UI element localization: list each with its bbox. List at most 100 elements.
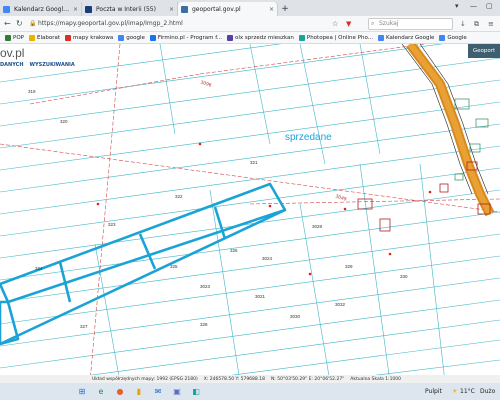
bookmark-olx[interactable]: olx sprzedz mieszkan <box>226 34 294 41</box>
close-icon[interactable]: × <box>169 6 174 13</box>
coordinate-system: Układ współrzędnych mapy: 1992 (EPSG 218… <box>92 376 198 382</box>
minimize-button[interactable]: — <box>470 2 477 10</box>
bookmark-icon <box>5 34 11 41</box>
map-status-bar: Układ współrzędnych mapy: 1992 (EPSG 218… <box>0 375 500 383</box>
parcel-number: 3023 <box>200 284 211 289</box>
tab-label: geoportal.gov.pl <box>192 5 241 13</box>
geoportal-icon <box>181 6 188 13</box>
navigation-bar: ← ↻ 🔒 https://mapy.geoportal.gov.pl/imap… <box>0 16 500 32</box>
tab-dane[interactable]: DANYCH <box>0 62 24 68</box>
tab-list-icon[interactable]: ▾ <box>455 2 459 10</box>
start-icon[interactable]: ⊞ <box>75 385 89 399</box>
tab-geoportal[interactable]: geoportal.gov.pl × <box>178 2 278 16</box>
sold-annotation: sprzedane <box>285 132 332 143</box>
downloads-icon[interactable]: ↓ <box>460 19 466 29</box>
bookmark-label: Kalendarz Google <box>385 34 435 41</box>
geo-coordinates: N: 50°03'50.29" E: 20°06'52.27" <box>270 376 345 382</box>
bookmark-mapy-krakowa[interactable]: mapy krakowa <box>65 34 114 41</box>
search-input[interactable]: ⌕ Szukaj <box>368 18 453 30</box>
google-icon <box>439 34 446 41</box>
tab-interia-mail[interactable]: Poczta w Interii (55) × <box>82 2 178 16</box>
bookmark-label: mapy krakowa <box>73 34 114 41</box>
bookmark-google-2[interactable]: Google <box>439 34 467 41</box>
address-bar[interactable]: 🔒 https://mapy.geoportal.gov.pl/imap/Img… <box>28 18 328 30</box>
parcel-number: 328 <box>200 322 208 327</box>
bookmark-pop[interactable]: POP <box>5 34 24 41</box>
parcel-number: 324 <box>35 266 43 271</box>
extensions-icon[interactable]: ⧉ <box>474 19 479 29</box>
bookmark-icon <box>226 34 233 41</box>
calendar-icon <box>3 6 10 13</box>
bookmark-icon <box>298 34 305 41</box>
parcel-number: 3024 <box>262 256 273 261</box>
pocket-icon[interactable]: ▼ <box>346 19 351 29</box>
close-icon[interactable]: × <box>73 6 78 13</box>
parcel-map-graphic <box>0 44 500 382</box>
tab-label: Kalendarz Google - Tydzień, w <box>14 5 71 13</box>
parcel-number: 325 <box>170 264 178 269</box>
lock-icon: 🔒 <box>29 20 37 27</box>
mail-app-icon[interactable]: ✉ <box>151 385 165 399</box>
bookmark-firmino[interactable]: Firmino.pl - Program f... <box>149 34 222 41</box>
weather-text[interactable]: Dużo <box>480 388 495 395</box>
bookmark-photopea[interactable]: Photopea | Online Pho... <box>298 34 373 41</box>
search-placeholder: Szukaj <box>379 20 399 27</box>
geoportal-corner-label[interactable]: Geoport <box>468 44 500 58</box>
maximize-button[interactable]: ▢ <box>486 2 493 10</box>
close-icon[interactable]: × <box>269 6 274 13</box>
screen: Kalendarz Google - Tydzień, w × Poczta w… <box>0 0 500 400</box>
parcel-number: 323 <box>108 222 116 227</box>
bookmark-label: olx sprzedz mieszkan <box>234 34 294 41</box>
google-icon <box>118 34 125 41</box>
parcel-number: 326 <box>230 248 238 253</box>
url-text: https://mapy.geoportal.gov.pl/imap/Imgp_… <box>38 20 183 27</box>
taskbar: ⊞ e ● ▮ ✉ ▣ ◧ Pulpit ☀ 11°C Dużo <box>0 383 500 400</box>
parcel-number: 3028 <box>312 224 323 229</box>
parcel-number: 3030 <box>290 314 301 319</box>
bookmark-google[interactable]: google <box>118 34 145 41</box>
bookmark-label: Elaborat <box>36 34 60 41</box>
parcel-number: 3032 <box>335 302 346 307</box>
star-icon[interactable]: ☆ <box>332 19 338 29</box>
new-tab-button[interactable]: + <box>278 2 292 16</box>
bookmark-label: google <box>126 34 145 41</box>
reload-icon[interactable]: ↻ <box>16 19 23 29</box>
back-icon[interactable]: ← <box>4 19 11 29</box>
photos-icon[interactable]: ◧ <box>189 385 203 399</box>
map-canvas[interactable]: ov.pl DANYCH WYSZUKIWANIA Geoport sprzed… <box>0 44 500 382</box>
calendar-icon <box>377 34 384 41</box>
edge-icon[interactable]: e <box>94 385 108 399</box>
folder-icon <box>28 34 35 41</box>
desktop-label[interactable]: Pulpit <box>425 388 442 395</box>
bookmark-icon <box>65 34 71 41</box>
bookmark-label: Google <box>447 34 467 41</box>
tab-strip: Kalendarz Google - Tydzień, w × Poczta w… <box>0 0 500 16</box>
map-scale[interactable]: Aktualna Skala 1:1000 <box>350 377 401 382</box>
search-icon: ⌕ <box>371 20 375 27</box>
parcel-number: 3021 <box>255 294 266 299</box>
bookmark-elaborat[interactable]: Elaborat <box>28 34 60 41</box>
menu-icon[interactable]: ≡ <box>488 19 494 29</box>
parcel-number: 330 <box>400 274 408 279</box>
parcel-number: 319 <box>28 89 36 94</box>
parcel-number: 329 <box>345 264 353 269</box>
tab-wyszukiwania[interactable]: WYSZUKIWANIA <box>30 62 75 68</box>
tab-label: Poczta w Interii (55) <box>96 5 156 13</box>
tab-google-calendar[interactable]: Kalendarz Google - Tydzień, w × <box>0 2 82 16</box>
bookmark-label: POP <box>13 34 24 41</box>
weather-icon[interactable]: ☀ <box>452 388 457 395</box>
mail-icon <box>85 6 92 13</box>
weather-temp[interactable]: 11°C <box>460 388 475 395</box>
parcel-number: 322 <box>175 194 183 199</box>
bookmark-label: Firmino.pl - Program f... <box>157 34 222 41</box>
file-explorer-icon[interactable]: ▮ <box>132 385 146 399</box>
parcel-number: 320 <box>60 119 68 124</box>
bookmark-label: Photopea | Online Pho... <box>306 34 373 41</box>
app-icon[interactable]: ▣ <box>170 385 184 399</box>
xy-coordinates: X: 246578.50 Y: 579688.18 <box>203 376 265 382</box>
bookmark-kalendarz[interactable]: Kalendarz Google <box>377 34 435 41</box>
map-menu-tabs: DANYCH WYSZUKIWANIA <box>0 62 75 68</box>
firefox-icon[interactable]: ● <box>113 385 127 399</box>
parcel-number: 327 <box>80 324 88 329</box>
bookmark-icon <box>149 34 156 41</box>
